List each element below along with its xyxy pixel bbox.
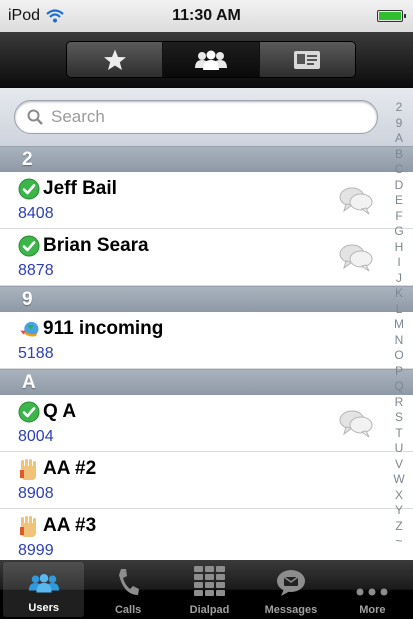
tab-more[interactable]: More [332,560,413,619]
contact-name: AA #3 [18,515,96,537]
contact-name: Q A [18,401,76,423]
tab-label: Calls [114,604,142,616]
search-bar: Search [0,88,413,146]
tab-label: Dialpad [189,604,230,616]
contact-name-label: Brian Seara [43,235,149,256]
index-letter[interactable]: A [395,131,403,145]
available-status-icon [18,178,40,200]
section-header: A [0,369,413,395]
tab-messages[interactable]: Messages [250,560,331,619]
contact-list: 2 Jeff Bail 8408 Brian Seara 8878 9 911 incomi… [0,146,413,560]
chat-bubble-icon[interactable] [338,243,374,278]
on-phone-status-icon [18,318,40,340]
contact-row[interactable]: Q A 8004 [0,395,413,452]
index-letter[interactable]: P [395,364,403,378]
index-letter[interactable]: S [395,410,403,424]
users-icon [27,571,61,598]
contact-name: Jeff Bail [18,178,117,200]
hand-status-icon [18,515,40,537]
contact-number[interactable]: 8999 [18,542,54,560]
index-letter[interactable]: N [395,333,404,347]
contact-name-label: AA #2 [43,458,97,479]
index-letter[interactable]: O [394,348,403,362]
section-header: 9 [0,286,413,312]
section-header: 2 [0,146,413,172]
search-icon [27,109,43,125]
index-letter[interactable]: K [395,286,403,300]
index-letter[interactable]: C [395,162,404,176]
index-letter[interactable]: V [395,457,403,471]
index-letter[interactable]: W [393,472,404,486]
contact-number[interactable]: 8004 [18,428,54,446]
contact-name: 911 incoming [18,318,163,340]
view-segmented-control [66,41,356,78]
index-letter[interactable]: J [396,271,402,285]
index-letter[interactable]: ~ [395,534,402,548]
index-letter[interactable]: L [396,302,403,316]
index-letter[interactable]: M [394,317,404,331]
users-icon [194,50,227,70]
index-letter[interactable]: I [397,255,400,269]
tab-label: More [359,604,386,616]
tab-label: Messages [264,604,318,616]
section-index[interactable]: 2 9 A B C D E F G H I J K L M N O P Q R S T U V W X Y Z ~ [388,100,410,548]
index-letter[interactable]: H [395,240,404,254]
contact-name-label: 911 incoming [43,318,164,339]
contact-number[interactable]: 8908 [18,485,54,503]
contact-name-label: Jeff Bail [43,178,117,199]
hand-status-icon [18,458,40,480]
contact-row[interactable]: Brian Seara 8878 [0,229,413,286]
segment-contacts[interactable] [259,42,355,77]
message-icon [275,569,307,600]
index-letter[interactable]: T [395,426,402,440]
contact-row[interactable]: 911 incoming 5188 [0,312,413,369]
contact-number[interactable]: 8408 [18,205,54,223]
contact-name-label: AA #3 [43,515,97,536]
index-letter[interactable]: U [395,441,404,455]
clock: 11:30 AM [172,7,241,24]
tab-label: Users [28,602,59,614]
index-letter[interactable]: D [395,178,404,192]
available-status-icon [18,401,40,423]
index-letter[interactable]: Y [395,503,403,517]
contact-row[interactable]: AA #3 8999 [0,509,413,560]
chat-bubble-icon[interactable] [338,409,374,444]
status-bar: iPod 11:30 AM [0,0,413,32]
battery-icon [377,10,406,22]
more-icon [355,587,389,600]
search-input[interactable]: Search [14,100,378,134]
index-letter[interactable]: Q [394,379,403,393]
phone-icon [116,567,140,600]
contact-number[interactable]: 8878 [18,262,54,280]
index-letter[interactable]: F [395,209,402,223]
star-icon [103,49,126,70]
contact-name-label: Q A [43,401,77,422]
index-letter[interactable]: 2 [396,100,403,114]
index-letter[interactable]: B [395,147,403,161]
contact-name: Brian Seara [18,235,149,257]
index-letter[interactable]: Z [395,519,402,533]
view-toolbar [0,32,413,88]
contact-row[interactable]: Jeff Bail 8408 [0,172,413,229]
available-status-icon [18,235,40,257]
contact-card-icon [294,50,321,69]
index-letter[interactable]: X [395,488,403,502]
segment-users[interactable] [163,42,260,77]
index-letter[interactable]: E [395,193,403,207]
segment-favorites[interactable] [67,42,164,77]
index-letter[interactable]: R [395,395,404,409]
chat-bubble-icon[interactable] [338,186,374,221]
contact-number[interactable]: 5188 [18,345,54,363]
contact-row[interactable]: AA #2 8908 [0,452,413,509]
index-letter[interactable]: G [394,224,403,238]
tab-users[interactable]: Users [3,562,85,617]
tab-calls[interactable]: Calls [87,560,168,619]
index-letter[interactable]: 9 [396,116,403,130]
dialpad-icon [193,565,227,600]
contact-name: AA #2 [18,458,96,480]
search-placeholder: Search [51,107,105,126]
tab-dialpad[interactable]: Dialpad [169,560,250,619]
tab-bar: Users Calls Dialpad Messages More [0,560,413,619]
